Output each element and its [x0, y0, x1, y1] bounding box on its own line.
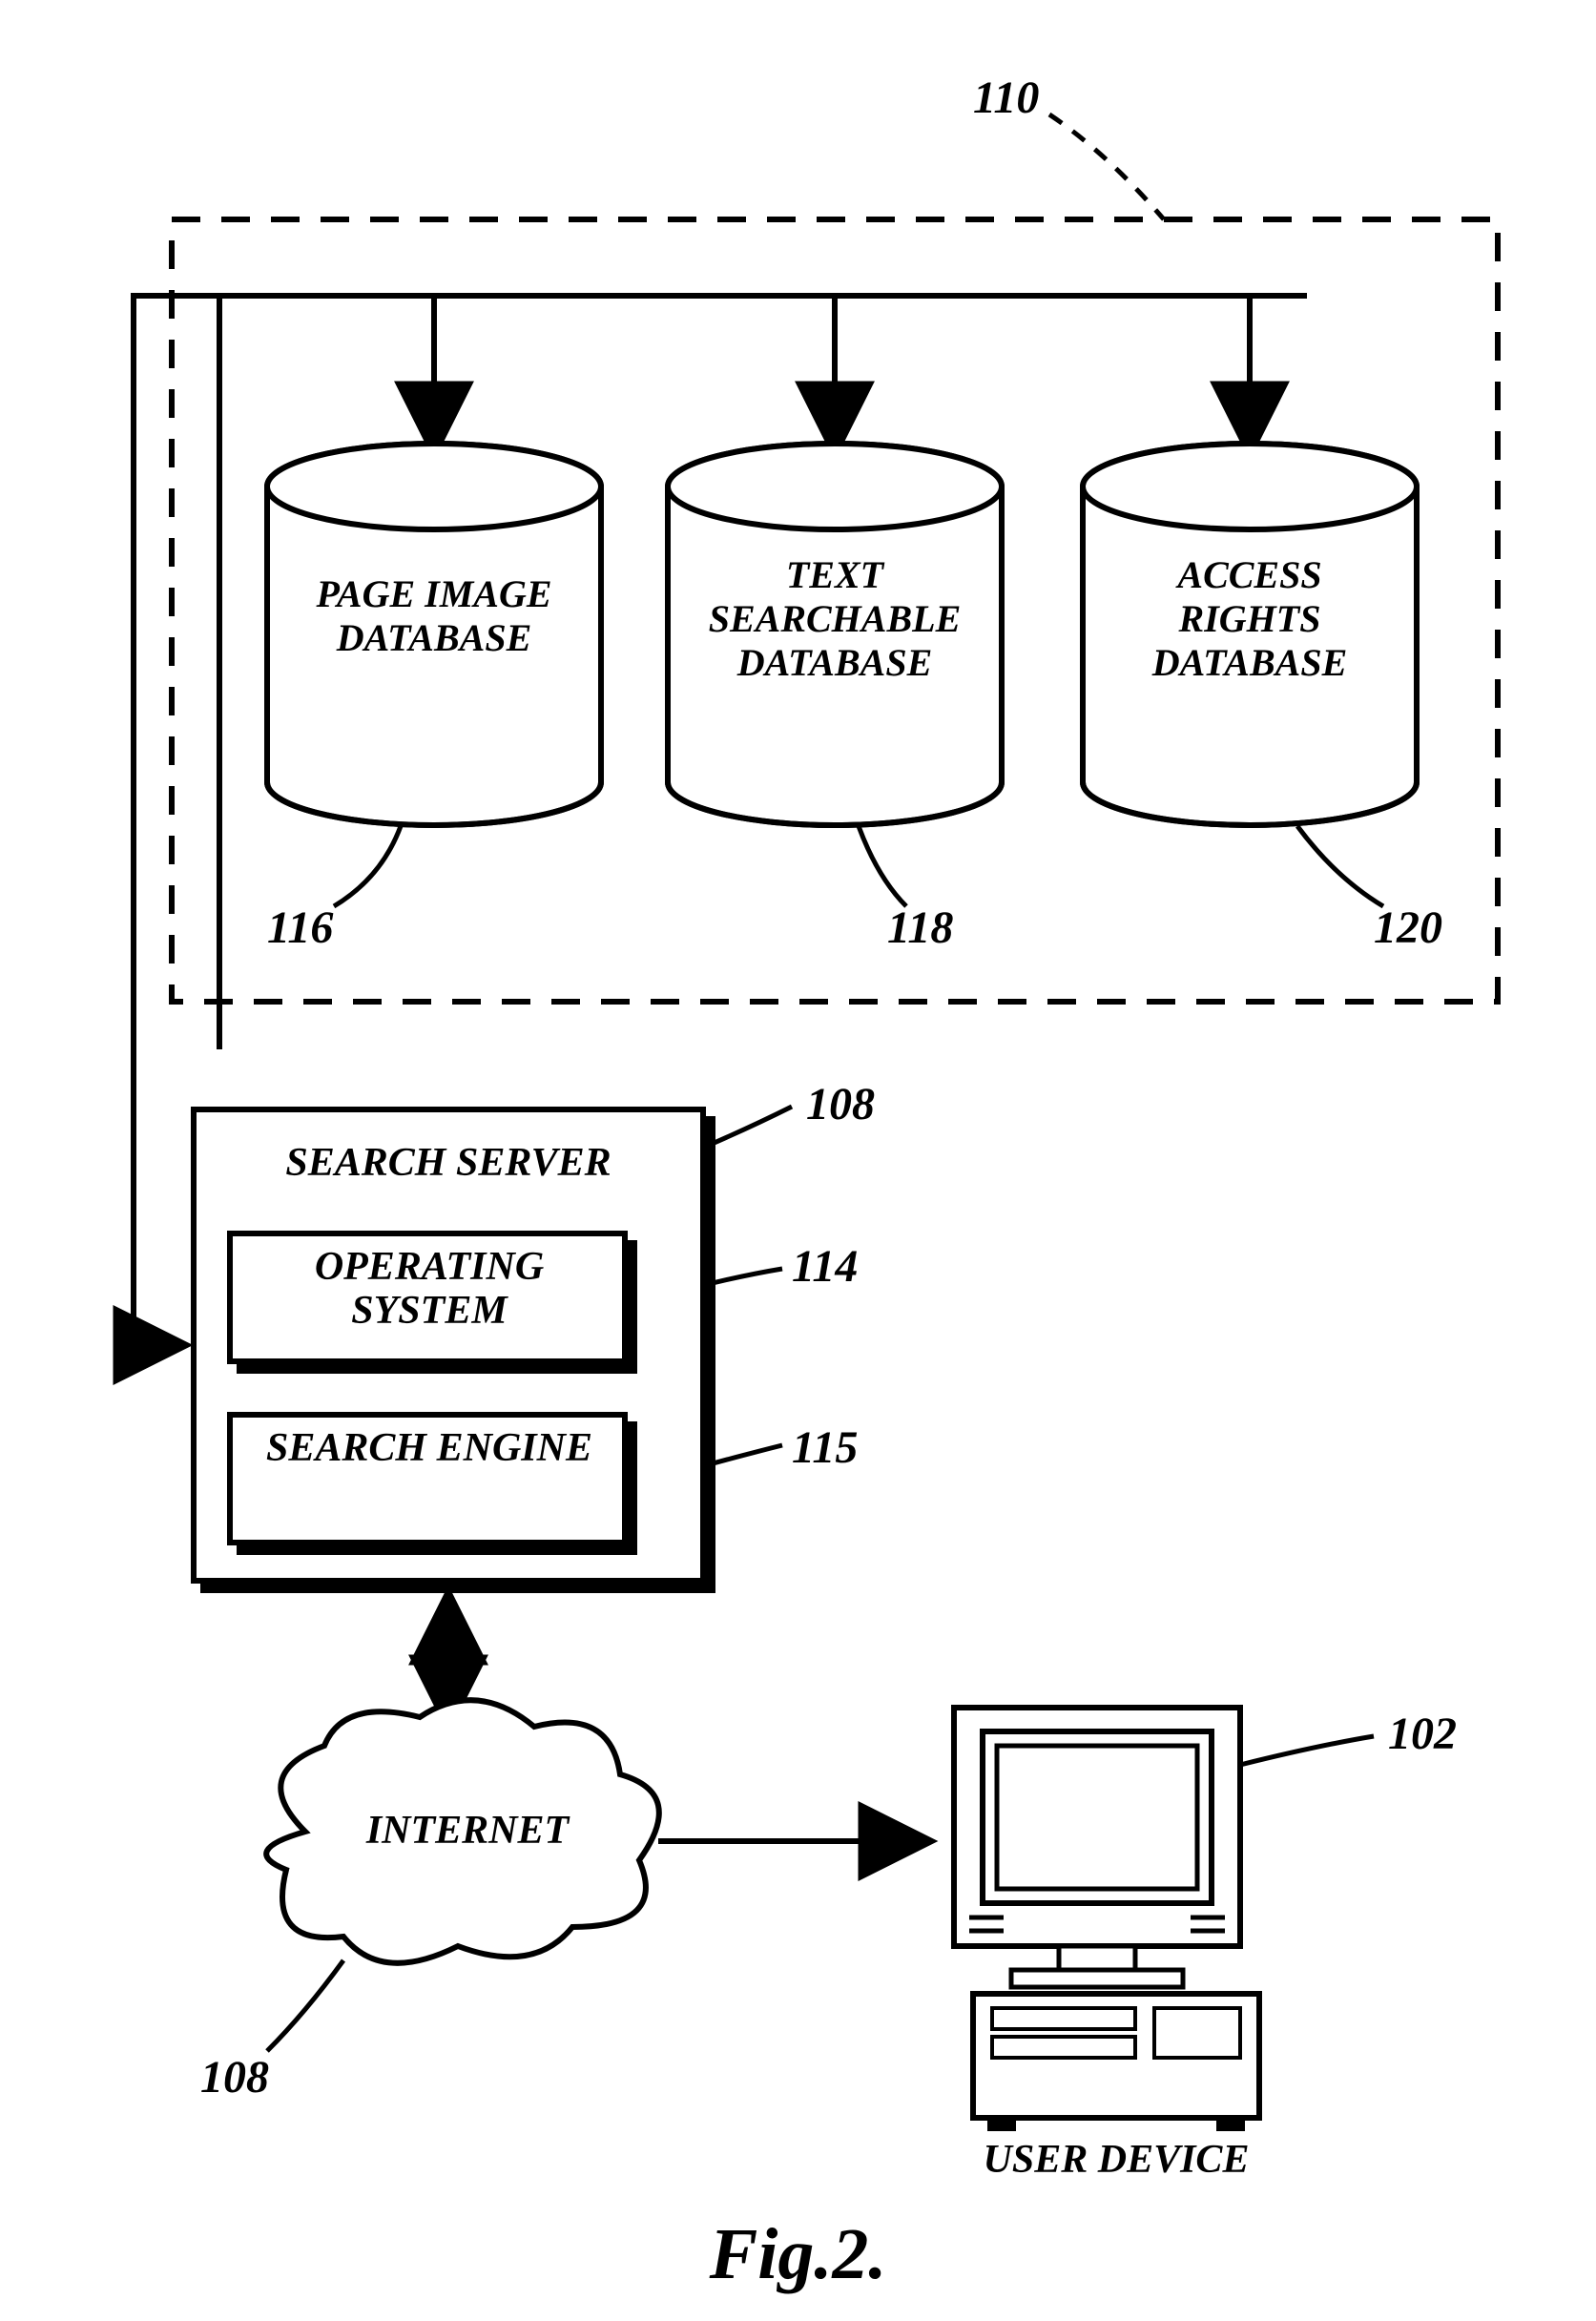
internet-label: INTERNET — [343, 1808, 591, 1854]
ref-120: 120 — [1374, 901, 1442, 954]
ref-110: 110 — [973, 72, 1039, 124]
ref-108-server: 108 — [806, 1078, 875, 1130]
db-page-image-label: PAGE IMAGE DATABASE — [286, 572, 582, 660]
db-access-rights-label: ACCESS RIGHTS DATABASE — [1102, 553, 1398, 685]
diagram-stage: PAGE IMAGE DATABASE TEXT SEARCHABLE DATA… — [0, 0, 1596, 2321]
ref-116: 116 — [267, 901, 333, 954]
ref-114: 114 — [792, 1240, 858, 1293]
user-device-label: USER DEVICE — [954, 2137, 1278, 2183]
ref-118: 118 — [887, 901, 953, 954]
search-server-title: SEARCH SERVER — [219, 1140, 677, 1186]
ref-102: 102 — [1388, 1708, 1457, 1760]
db-text-searchable-label: TEXT SEARCHABLE DATABASE — [687, 553, 983, 685]
ref-108-cloud: 108 — [200, 2051, 269, 2103]
operating-system-label: OPERATING SYSTEM — [243, 1245, 615, 1333]
ref-115: 115 — [792, 1421, 858, 1474]
figure-caption: Fig.2. — [0, 2213, 1596, 2296]
search-engine-label: SEARCH ENGINE — [243, 1426, 615, 1470]
